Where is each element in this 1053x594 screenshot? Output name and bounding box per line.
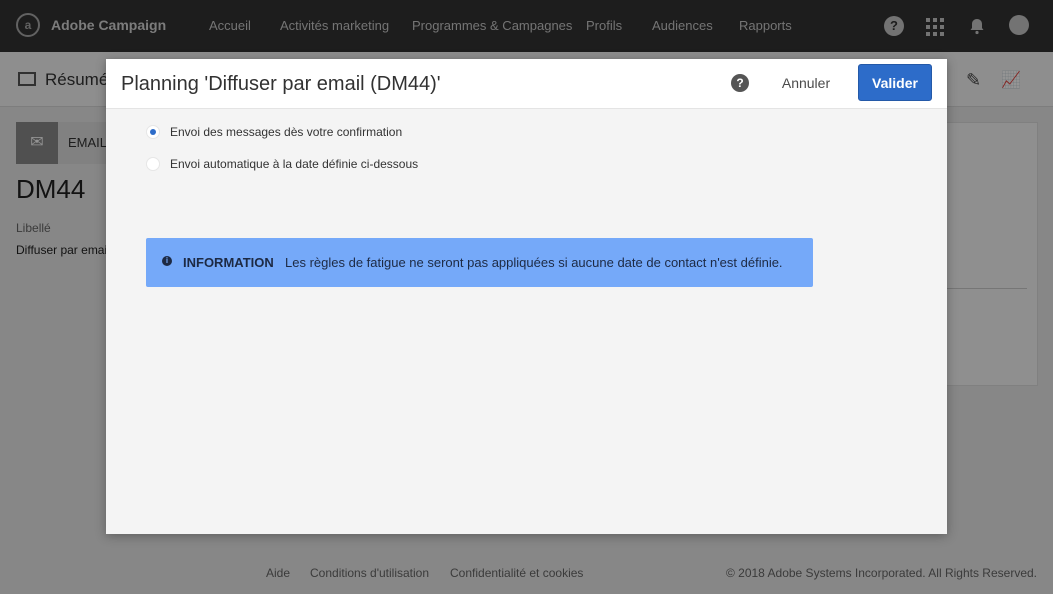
radio-button-selected[interactable] — [146, 125, 160, 139]
radio-option-immediate[interactable]: Envoi des messages dès votre confirmatio… — [146, 125, 402, 139]
radio-label: Envoi automatique à la date définie ci-d… — [170, 157, 419, 171]
information-banner: i INFORMATION Les règles de fatigue ne s… — [146, 238, 813, 287]
planning-dialog: Planning 'Diffuser par email (DM44)' ? A… — [106, 59, 947, 534]
radio-label: Envoi des messages dès votre confirmatio… — [170, 125, 403, 139]
info-title: INFORMATION — [183, 255, 274, 270]
dialog-title: Planning 'Diffuser par email (DM44)' — [121, 73, 441, 95]
dialog-header: Planning 'Diffuser par email (DM44)' ? A… — [106, 59, 947, 109]
cancel-button[interactable]: Annuler — [770, 67, 842, 99]
validate-button[interactable]: Valider — [858, 64, 932, 101]
info-icon: i — [162, 256, 172, 266]
help-icon[interactable]: ? — [731, 74, 749, 92]
dialog-body: Envoi des messages dès votre confirmatio… — [106, 109, 947, 534]
info-message: Les règles de fatigue ne seront pas appl… — [285, 255, 783, 270]
radio-button[interactable] — [146, 157, 160, 171]
radio-option-scheduled[interactable]: Envoi automatique à la date définie ci-d… — [146, 157, 418, 171]
